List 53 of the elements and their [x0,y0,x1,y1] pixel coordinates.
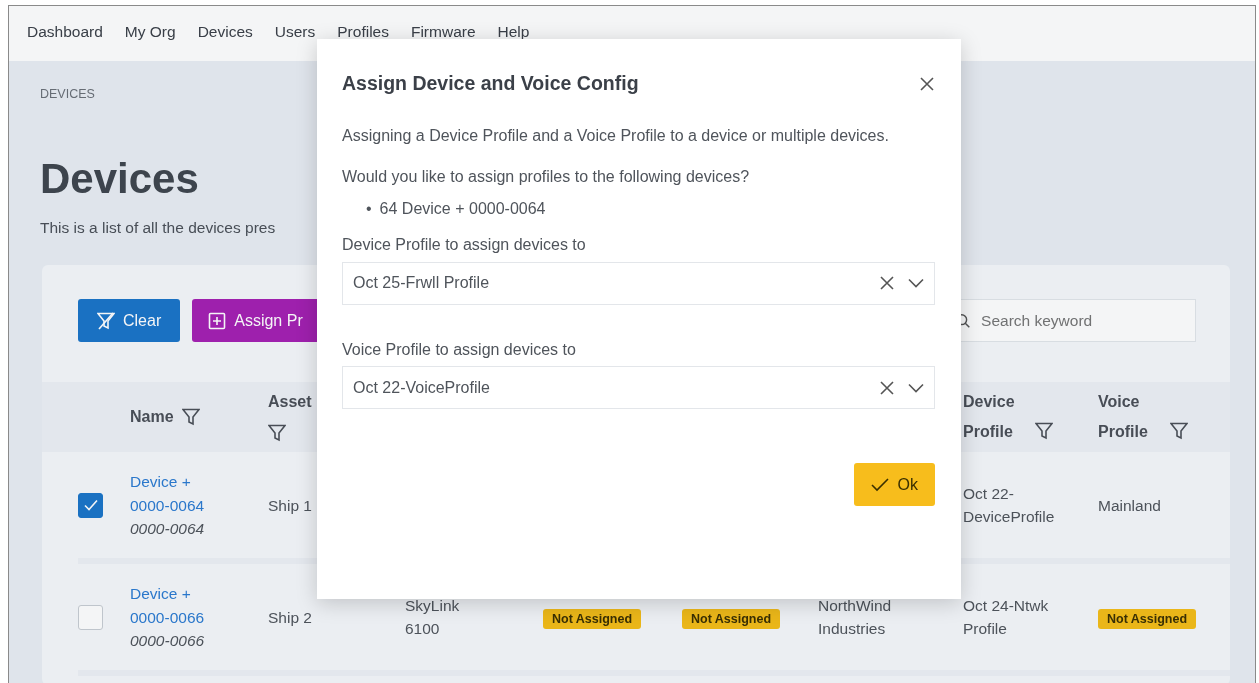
table-cell-text: Oct 22-DeviceProfile [963,483,1056,528]
column-header: Voice Profile [1098,391,1149,443]
dialog-text: Assigning a Device Profile and a Voice Profile to a device or multiple devices. [342,126,890,147]
table-cell-text: NorthWind Industries [818,595,893,640]
chevron-down-icon [908,278,924,289]
filter-icon [181,408,200,427]
serial-number: 0000-0064 [130,518,206,539]
column-header: Name [130,407,174,427]
status-badge: Not Assigned [1098,608,1197,629]
profile-select[interactable]: Oct 25-Frwll Profile [342,261,935,305]
search-input[interactable]: Search keyword [979,308,1185,334]
page-title: Devices [40,154,199,202]
table-cell-text: Ship 2 [268,607,313,628]
list-bullet: • [366,199,372,220]
filter-icon [1035,422,1053,441]
nav-link[interactable]: Devices [197,23,253,42]
clear-button[interactable]: Clear [78,299,181,343]
filter-icon [1170,422,1188,441]
close-icon [919,76,935,93]
nav-link[interactable]: Dashboard [27,23,103,42]
dialog-title: Assign Device and Voice Config [342,71,639,96]
chevron-down-icon [908,382,924,393]
clear-icon [880,276,894,291]
dialog-question: Would you like to assign profiles to the following devices? [342,166,751,187]
nav-link[interactable]: Users [274,23,316,42]
field-label: Voice Profile to assign devices to [342,339,577,360]
page-description: This is a list of all the devices pres [40,218,276,236]
clear-icon [880,380,894,395]
table-cell-text: Ship 1 [268,495,313,516]
nav-link[interactable]: Firmware [410,23,476,42]
plus-square-icon [208,311,227,330]
profile-select[interactable]: Oct 22-VoiceProfile [342,366,935,410]
column-header: Asset [268,392,312,410]
field-label: Device Profile to assign devices to [342,235,587,256]
breadcrumb: DEVICES [40,86,96,103]
table-cell-text: SkyLink 6100 [405,595,461,640]
status-badge: Not Assigned [543,608,642,629]
row-checkbox[interactable] [78,492,103,518]
device-list-item: 64 Device + 0000-0064 [379,199,546,220]
nav-link[interactable]: Profiles [337,23,389,42]
ok-button[interactable]: Ok [853,463,935,507]
device-link[interactable]: Device + 0000-0066 [130,582,230,629]
column-header: Device Profile [963,391,1016,443]
device-link[interactable]: Device + 0000-0064 [130,470,230,517]
table-cell-text: Mainland [1098,495,1162,516]
nav-link[interactable]: My Org [124,23,176,42]
table-cell-text: Oct 24-Ntwk Profile [963,595,1050,640]
check-icon [870,477,889,492]
serial-number: 0000-0066 [130,630,206,651]
status-badge: Not Assigned [682,608,781,629]
nav-link[interactable]: Help [497,23,530,42]
filter-clear-icon [97,311,115,330]
filter-icon [268,423,286,442]
